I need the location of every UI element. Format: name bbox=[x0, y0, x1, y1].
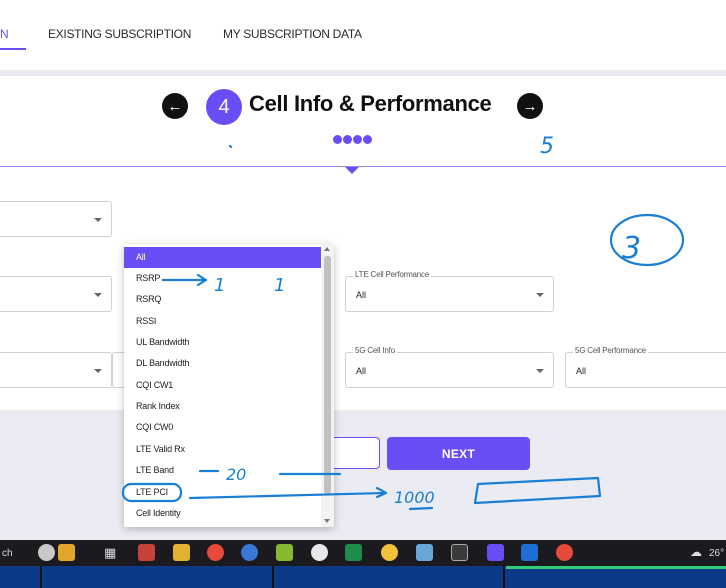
browser-icon[interactable] bbox=[241, 544, 258, 561]
taskbar: ch ▦ ☁ 26° bbox=[0, 540, 726, 566]
divider-caret-icon bbox=[345, 167, 359, 174]
cell-info-select-1[interactable] bbox=[0, 201, 112, 237]
step-progress-dots bbox=[333, 135, 372, 144]
globe-icon[interactable] bbox=[381, 544, 398, 561]
next-button[interactable]: NEXT bbox=[387, 437, 530, 470]
option-all[interactable]: All bbox=[124, 247, 321, 268]
cell-info-select-2[interactable] bbox=[0, 276, 112, 312]
5g-cell-performance-value: All bbox=[576, 366, 587, 376]
ide-icon[interactable] bbox=[487, 544, 504, 561]
option-rsrp[interactable]: RSRP bbox=[124, 268, 321, 289]
lte-cell-performance-value: All bbox=[356, 290, 367, 300]
back-button[interactable] bbox=[330, 437, 380, 469]
option-cell-identity[interactable]: Cell Identity bbox=[124, 503, 321, 524]
step-card: ← 4 Cell Info & Performance → LTE Cell P… bbox=[0, 76, 726, 410]
option-lte-band[interactable]: LTE Band bbox=[124, 460, 321, 481]
chrome-icon-2[interactable] bbox=[556, 544, 573, 561]
option-cqi-cw1[interactable]: CQI CW1 bbox=[124, 375, 321, 396]
terminal-icon[interactable] bbox=[451, 544, 468, 561]
tab-new-subscription[interactable]: N bbox=[0, 27, 9, 41]
arrow-left-icon[interactable]: ← bbox=[162, 93, 188, 119]
app-icon[interactable] bbox=[311, 544, 328, 561]
option-cqi-cw0[interactable]: CQI CW0 bbox=[124, 417, 321, 438]
step-number-badge: 4 bbox=[206, 89, 242, 125]
lte-cell-performance-select[interactable]: LTE Cell Performance All bbox=[345, 270, 554, 312]
step-title: Cell Info & Performance bbox=[249, 91, 492, 116]
progress-dot bbox=[363, 135, 372, 144]
tool-icon[interactable] bbox=[416, 544, 433, 561]
dropdown-scrollbar[interactable] bbox=[321, 244, 334, 527]
chevron-down-icon bbox=[94, 369, 102, 373]
strip-divider bbox=[40, 566, 42, 588]
scroll-up-icon[interactable] bbox=[324, 247, 330, 251]
progress-dot bbox=[333, 135, 342, 144]
scroll-thumb[interactable] bbox=[324, 256, 331, 494]
top-nav: N EXISTING SUBSCRIPTION MY SUBSCRIPTION … bbox=[0, 0, 726, 70]
5g-cell-info-value: All bbox=[356, 366, 367, 376]
bottom-strip bbox=[0, 566, 726, 588]
chevron-down-icon bbox=[94, 218, 102, 222]
strip-highlight bbox=[506, 566, 726, 569]
metric-dropdown-list[interactable]: All RSRP RSRQ RSSI UL Bandwidth DL Bandw… bbox=[124, 244, 334, 527]
strip-divider bbox=[503, 566, 505, 588]
folder-icon[interactable] bbox=[173, 544, 190, 561]
5g-cell-performance-label: 5G Cell Performance bbox=[573, 346, 648, 355]
taskbar-search-text[interactable]: ch bbox=[2, 548, 13, 559]
option-dl-bandwidth[interactable]: DL Bandwidth bbox=[124, 353, 321, 374]
option-lte-valid-rx[interactable]: LTE Valid Rx bbox=[124, 439, 321, 460]
tab-existing-subscription[interactable]: EXISTING SUBSCRIPTION bbox=[48, 27, 191, 41]
5g-cell-info-label: 5G Cell Info bbox=[353, 346, 397, 355]
excel-icon[interactable] bbox=[345, 544, 362, 561]
cell-info-select-3[interactable] bbox=[0, 352, 112, 388]
chevron-down-icon bbox=[536, 369, 544, 373]
weather-temp: 26° bbox=[709, 548, 725, 559]
tab-my-subscription-data[interactable]: MY SUBSCRIPTION DATA bbox=[223, 27, 362, 41]
step-header: ← 4 Cell Info & Performance → bbox=[0, 76, 726, 166]
5g-cell-info-select[interactable]: 5G Cell Info All bbox=[345, 346, 554, 388]
actions-area bbox=[0, 410, 726, 540]
chrome-icon[interactable] bbox=[207, 544, 224, 561]
option-rank-index[interactable]: Rank Index bbox=[124, 396, 321, 417]
progress-dot bbox=[343, 135, 352, 144]
option-ul-bandwidth[interactable]: UL Bandwidth bbox=[124, 332, 321, 353]
weather-icon[interactable]: ☁ bbox=[690, 544, 702, 561]
badge-icon[interactable] bbox=[58, 544, 75, 561]
notepad-icon[interactable] bbox=[276, 544, 293, 561]
lte-cell-performance-label: LTE Cell Performance bbox=[353, 270, 432, 279]
option-rsrq[interactable]: RSRQ bbox=[124, 289, 321, 310]
cortana-icon[interactable] bbox=[38, 544, 55, 561]
progress-dot bbox=[353, 135, 362, 144]
active-tab-underline bbox=[0, 48, 26, 50]
arrow-right-icon[interactable]: → bbox=[517, 93, 543, 119]
task-view-icon[interactable]: ▦ bbox=[104, 544, 116, 561]
option-rssi[interactable]: RSSI bbox=[124, 311, 321, 332]
chevron-down-icon bbox=[536, 293, 544, 297]
5g-cell-performance-select[interactable]: 5G Cell Performance All bbox=[565, 346, 726, 388]
scroll-down-icon[interactable] bbox=[324, 519, 330, 523]
chevron-down-icon bbox=[94, 293, 102, 297]
snip-icon[interactable] bbox=[138, 544, 155, 561]
option-lte-pci[interactable]: LTE PCI bbox=[124, 482, 321, 503]
header-divider bbox=[0, 166, 726, 167]
bi-icon[interactable] bbox=[521, 544, 538, 561]
strip-divider bbox=[272, 566, 274, 588]
